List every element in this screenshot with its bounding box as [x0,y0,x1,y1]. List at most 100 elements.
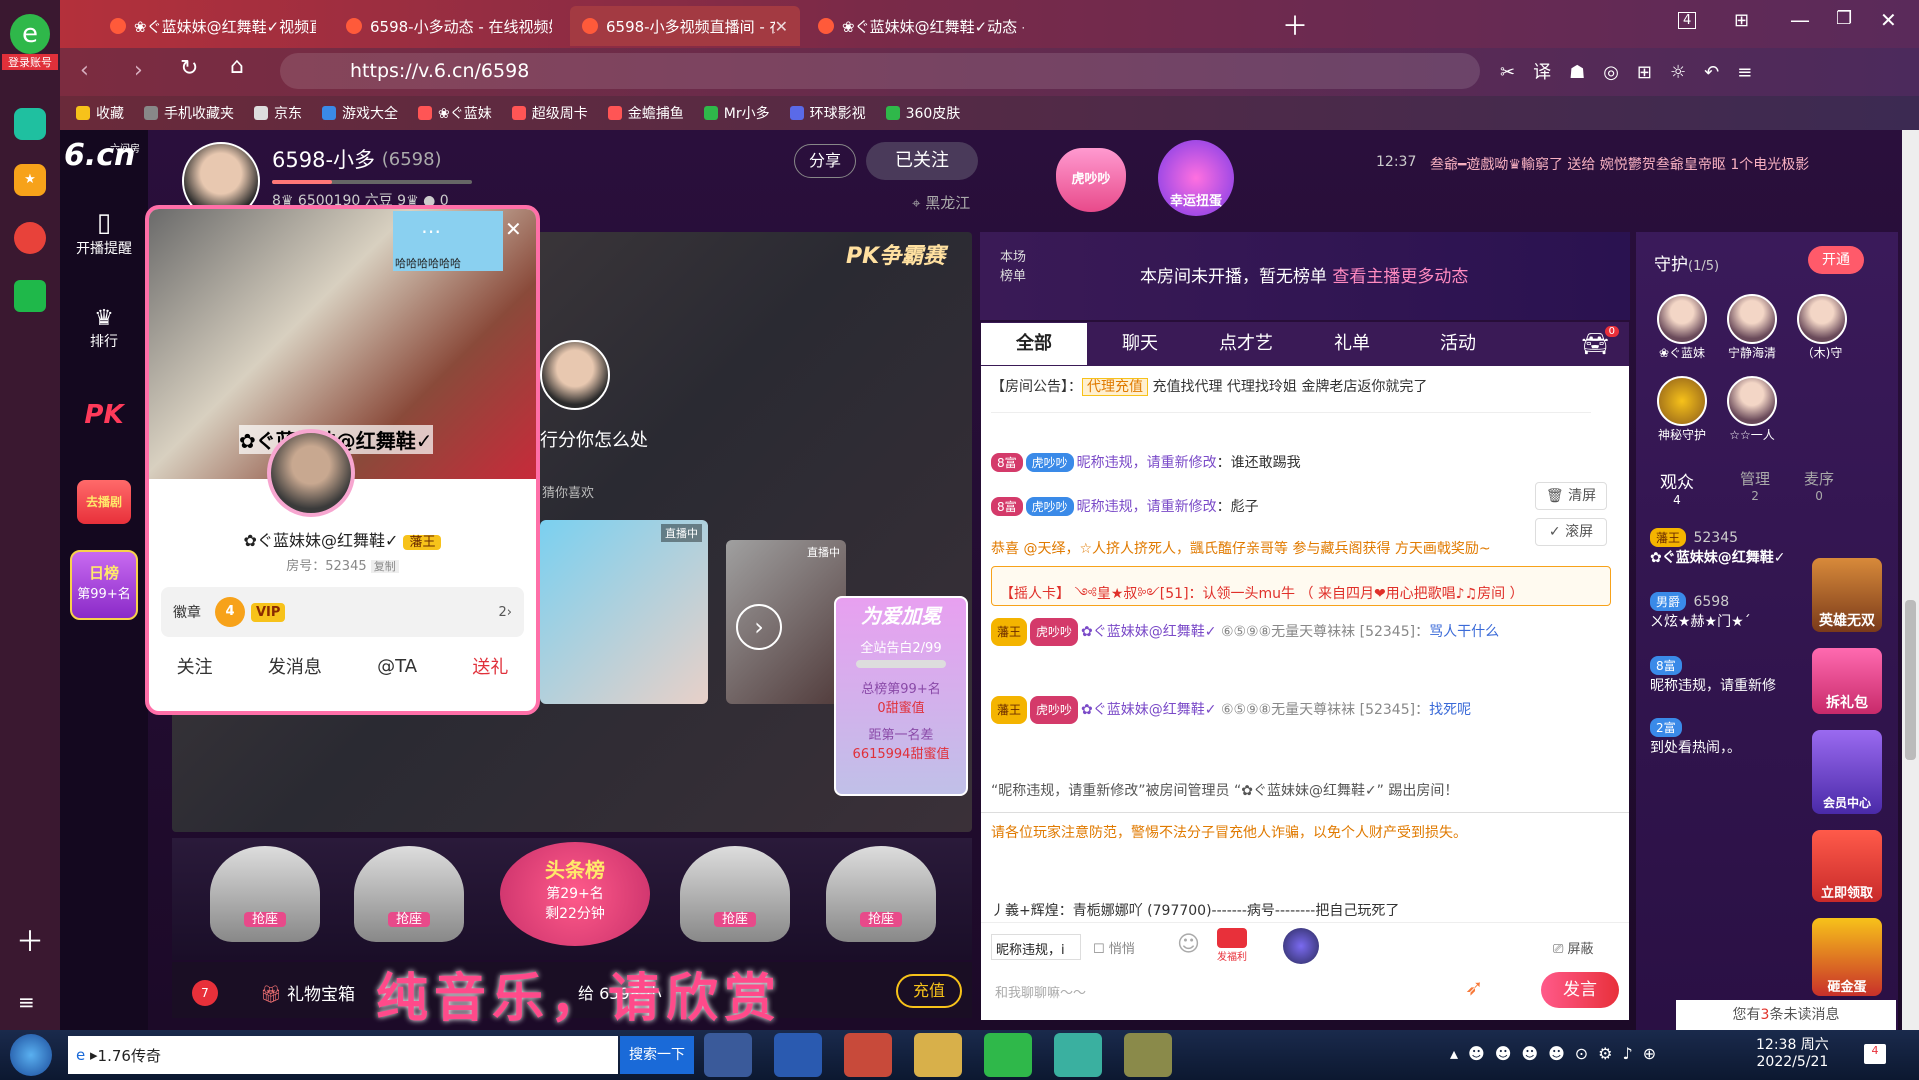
weibo-icon[interactable] [14,222,46,254]
tab-chat[interactable]: 聊天 [1087,323,1193,365]
gift-pack-banner[interactable]: 拆礼包 [1812,648,1882,714]
bookmark-item[interactable]: 环球影视 [789,103,866,123]
bookmark-item[interactable]: 京东 [254,103,302,123]
bookmark-item[interactable]: 收藏 [76,103,124,123]
scroll-screen-button[interactable]: ✓ 滚屏 [1535,518,1607,546]
gift-count-badge[interactable]: 7 [192,980,218,1006]
guard-member[interactable]: ☆☆一人 [1720,376,1784,443]
add-icon[interactable]: ＋ [16,920,44,960]
medal-row[interactable]: 徽章 4 VIP 2 › [161,587,524,637]
tab-audience[interactable]: 观众 4 [1660,468,1694,507]
start-button[interactable] [10,1034,52,1076]
bookmark-item[interactable]: Mr小多 [703,103,770,123]
url-input[interactable]: https://v.6.cn/6598 [280,53,1480,89]
chat-input[interactable]: 和我聊聊嘛～～ [991,972,1441,1008]
tab-4[interactable]: ❀ぐ蓝妹妹@红舞鞋✓动态 - 在 [806,6,1036,46]
menu-icon[interactable]: ≡ [18,990,35,1014]
bookmark-item[interactable]: 游戏大全 [322,103,398,123]
taskbar-chrome-icon[interactable] [844,1033,892,1077]
rocket-icon[interactable]: ➶ [1465,976,1483,1001]
close-icon[interactable]: ✕ [775,17,788,36]
reload-icon[interactable]: ↻ [180,56,198,81]
share-button[interactable]: 分享 [794,144,856,178]
bookmark-item[interactable]: 超级周卡 [511,103,588,123]
chat-message[interactable]: 8富 虎吵吵 昵称违规，请重新修改：谁还敢踢我 [981,452,1311,472]
nav-rank[interactable]: ♛ 排行 [60,306,148,351]
tab-3-active[interactable]: 6598-小多视频直播间 - 在线✕ [570,6,800,46]
bookmark-item[interactable]: ❀ぐ蓝妹 [418,103,492,123]
lucky-gacha-button[interactable]: 幸运扭蛋 [1158,140,1234,216]
avatar-badge-icon[interactable] [1283,928,1319,964]
send-button[interactable]: 发言 [1541,972,1619,1008]
love-crown-panel[interactable]: 为爱加冕 全站告白2/99 总榜第99+名 0甜蜜值 距第一名差 6615994… [834,596,968,796]
chat-message[interactable]: 8富 虎吵吵 昵称违规，请重新修改：彪子 [981,496,1269,516]
tray-icons[interactable]: ▴☻☻☻☻⊙⚙♪⊕ [1450,1044,1666,1063]
follow-button[interactable]: 已关注 [866,142,978,180]
tab-2[interactable]: 6598-小多动态 - 在线视频娱乐 [334,6,564,46]
seat-3[interactable]: 抢座 [680,846,790,942]
guard-member[interactable]: （木)守 [1790,294,1854,361]
chat-target-select[interactable]: 昵称违规，i [991,934,1081,960]
tab-admin[interactable]: 管理 2 [1740,468,1770,503]
guard-member[interactable]: 神秘守护 [1650,376,1714,443]
taskbar-search-button[interactable]: 搜索一下 [620,1036,694,1074]
next-arrow-icon[interactable]: › [736,604,782,650]
nav-pk[interactable]: PK [60,400,148,430]
chat-message[interactable]: 藩王 虎吵吵 ✿ぐ蓝妹妹@红舞鞋✓ ⑥⑤⑨⑧无量天尊袜袜 [52345]：找死呢 [981,696,1621,724]
home-icon[interactable]: ⌂ [230,54,244,79]
open-guard-button[interactable]: 开通 [1808,246,1864,274]
taskbar-search-box[interactable]: e ▸ 1.76传奇 [68,1036,618,1074]
new-tab-icon[interactable]: ＋ [1282,6,1308,43]
bookmark-item[interactable]: 360皮肤 [885,103,960,123]
audience-item[interactable]: 藩王 52345 ✿ぐ蓝妹妹@红舞鞋✓ [1650,528,1810,567]
gift-box-button[interactable]: 🎁︎ 礼物宝箱 [260,980,355,1005]
taskbar-360-icon[interactable] [984,1033,1032,1077]
taskbar-player-icon[interactable] [1054,1033,1102,1077]
toolbar-icons[interactable]: ✂译☗◎⊞☼↶≡ [1500,58,1770,84]
mention-button[interactable]: @TA [377,656,417,677]
audience-item[interactable]: 8富 昵称违规，请重新修 [1650,656,1810,695]
tab-activity[interactable]: 活动 [1405,323,1511,365]
audience-item[interactable]: 2富 到处看热闹，。 [1650,718,1810,757]
guard-member[interactable]: 宁静海清 [1720,294,1784,361]
tab-mic-queue[interactable]: 麦序 0 [1804,468,1834,503]
maximize-icon[interactable]: ❐ [1836,8,1852,29]
skin-icon[interactable]: ⊞ [1734,10,1749,31]
audience-item[interactable]: 男爵 6598 ㄨ炫★赫★门★ˊ [1650,592,1810,631]
recommend-avatar[interactable] [540,340,610,410]
taskbar-folder-icon[interactable] [914,1033,962,1077]
hero-banner[interactable]: 英雄无双 [1812,558,1882,632]
card-more-icon[interactable]: ⋯ [421,219,441,243]
chat-message[interactable]: 藩王 虎吵吵 ✿ぐ蓝妹妹@红舞鞋✓ ⑥⑤⑨⑧无量天尊袜袜 [52345]：骂人干什么 [981,618,1621,646]
tab-all[interactable]: 全部 [981,323,1087,365]
tab-1[interactable]: ❀ぐ蓝妹妹@红舞鞋✓视频直播 [98,6,328,46]
vip-center-banner[interactable]: 会员中心 [1812,730,1882,814]
taskbar-game-icon[interactable] [1124,1033,1172,1077]
rank-more-link[interactable]: 查看主播更多动态 [1332,267,1468,287]
unread-messages[interactable]: 您有3条未读消息 [1676,1000,1896,1030]
clear-screen-button[interactable]: 🗑︎ 清屏 [1535,482,1607,510]
nav-live-remind[interactable]: ▯ 开播提醒 [60,208,148,258]
claim-banner[interactable]: 立即领取 [1812,830,1882,902]
back-icon[interactable]: ‹ [80,58,89,83]
clock[interactable]: 12:38 周六 2022/5/21 [1756,1034,1829,1070]
tab-talent[interactable]: 点才艺 [1193,323,1299,365]
favorites-icon[interactable]: ★ [14,164,46,196]
send-gift-button[interactable]: 送礼 [472,653,508,679]
call-card-message[interactable]: 【摇人卡】 ༺皇★叔༻[51]：认领一头mu牛 （ 来自四月❤用心把歌唱♪♫房间… [991,566,1611,606]
follow-user-button[interactable]: 关注 [177,653,213,679]
nav-drama[interactable]: 去播剧 [60,480,148,524]
bookmark-item[interactable]: 手机收藏夹 [144,103,234,123]
seat-4[interactable]: 抢座 [826,846,936,942]
send-message-button[interactable]: 发消息 [268,653,322,679]
taskbar-ie-icon[interactable] [774,1033,822,1077]
recommend-stream-1[interactable]: 直播中 [540,520,708,704]
block-button[interactable]: ⎚ 屏蔽 [1553,938,1594,957]
notification-icon[interactable]: 4 [1864,1044,1886,1064]
recharge-button[interactable]: 充值 [896,974,962,1008]
headline-rank[interactable]: 头条榜 第29+名 剩22分钟 [500,842,650,946]
sidebar-app-icon[interactable] [14,108,46,140]
emoji-icon[interactable]: ☺ [1177,932,1200,957]
taskbar-app-icon[interactable] [704,1033,752,1077]
seat-1[interactable]: 抢座 [210,846,320,942]
